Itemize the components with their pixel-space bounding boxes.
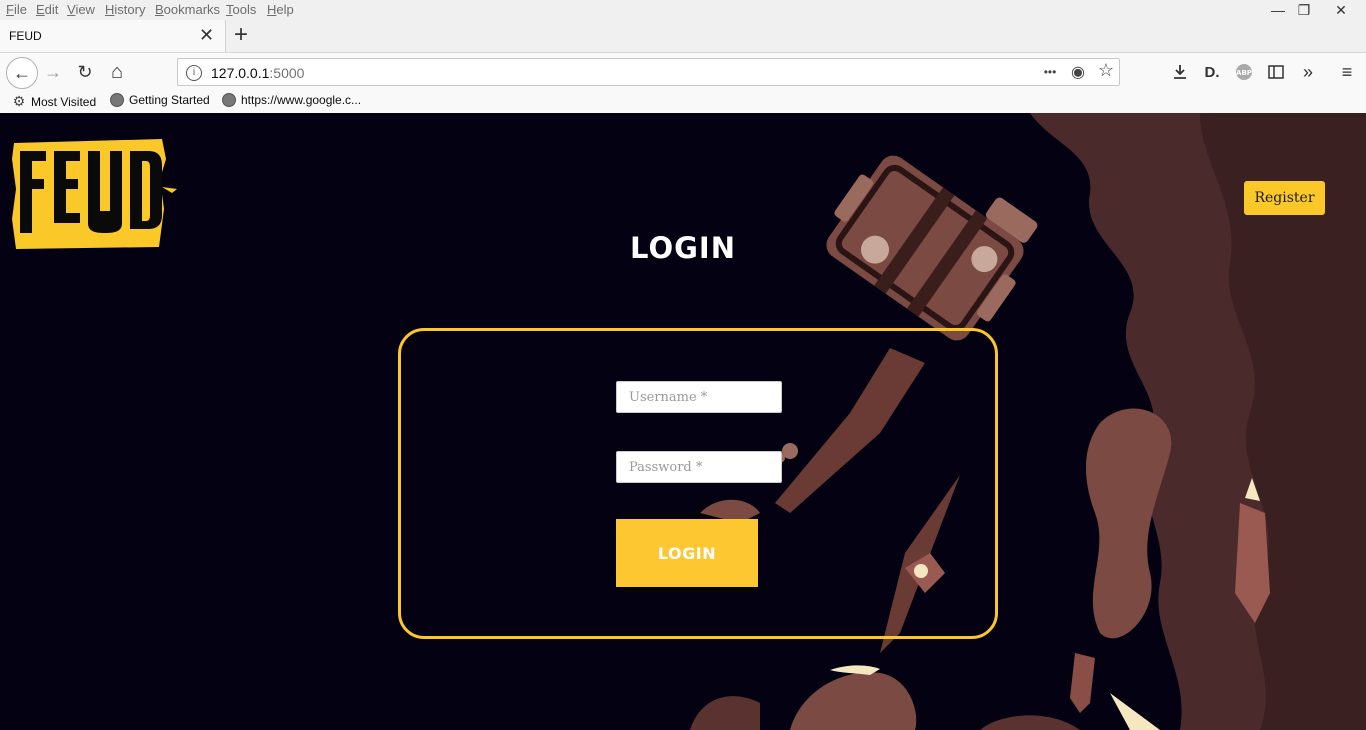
- gear-icon: ⚙: [12, 93, 26, 109]
- url-port: :5000: [269, 65, 305, 81]
- globe-icon: [110, 93, 124, 107]
- download-icon[interactable]: [1169, 61, 1191, 83]
- overflow-icon[interactable]: »: [1297, 61, 1319, 83]
- tab-close-icon[interactable]: ✕: [199, 25, 214, 45]
- reload-icon[interactable]: ↻: [71, 58, 99, 86]
- home-icon[interactable]: ⌂: [103, 58, 131, 86]
- bookmark-most-visited[interactable]: ⚙ Most Visited: [12, 93, 96, 110]
- globe-icon: [222, 93, 236, 107]
- menu-help[interactable]: Help: [267, 2, 294, 17]
- bookmark-star-icon[interactable]: ☆: [1095, 60, 1117, 81]
- bookmark-getting-started[interactable]: Getting Started: [110, 93, 210, 107]
- password-input[interactable]: [617, 452, 781, 482]
- menu-file[interactable]: File: [6, 2, 27, 17]
- navigation-bar: ← → ↻ ⌂ i 127.0.0.1:5000 ••• ◉ ☆ D. ABP …: [0, 52, 1366, 91]
- url-host: 127.0.0.1: [211, 65, 270, 81]
- bookmark-label: Getting Started: [129, 93, 210, 107]
- bookmark-label: Most Visited: [31, 94, 97, 109]
- pocket-icon[interactable]: ◉: [1067, 62, 1089, 82]
- back-icon[interactable]: ←: [6, 57, 38, 89]
- svg-text:ABP: ABP: [1236, 69, 1252, 77]
- feud-logo: [12, 139, 177, 249]
- close-window-icon[interactable]: ✕: [1318, 0, 1364, 20]
- tab-title: FEUD: [9, 29, 42, 43]
- forward-icon[interactable]: →: [39, 58, 67, 86]
- adblock-icon[interactable]: ABP: [1233, 61, 1255, 83]
- page-title: LOGIN: [630, 231, 736, 265]
- sidebar-icon[interactable]: [1265, 61, 1287, 83]
- bookmark-label: https://www.google.c...: [241, 93, 362, 107]
- password-field-wrapper: [616, 451, 782, 483]
- url-bar[interactable]: i 127.0.0.1:5000 ••• ◉ ☆: [177, 58, 1120, 86]
- page-content: Register LOGIN LOGIN: [0, 113, 1366, 730]
- tab-feud[interactable]: FEUD ✕: [0, 20, 226, 53]
- menu-view[interactable]: View: [67, 2, 95, 17]
- bookmarks-bar: ⚙ Most Visited Getting Started https://w…: [0, 90, 1366, 114]
- username-field-wrapper: [616, 381, 782, 413]
- page-actions-icon[interactable]: •••: [1039, 65, 1061, 79]
- menu-bar: File Edit View History Bookmarks Tools H…: [0, 0, 1366, 20]
- login-form-card: [398, 328, 998, 639]
- dashlane-icon[interactable]: D.: [1201, 61, 1223, 83]
- menu-history[interactable]: History: [105, 2, 145, 17]
- hamburger-menu-icon[interactable]: ≡: [1336, 61, 1358, 83]
- menu-tools[interactable]: Tools: [226, 2, 256, 17]
- menu-bookmarks[interactable]: Bookmarks: [155, 2, 220, 17]
- url-text: 127.0.0.1:5000: [211, 65, 304, 81]
- bookmark-google[interactable]: https://www.google.c...: [222, 93, 361, 107]
- register-button[interactable]: Register: [1244, 181, 1325, 215]
- login-button[interactable]: LOGIN: [616, 519, 758, 587]
- menu-edit[interactable]: Edit: [36, 2, 58, 17]
- username-input[interactable]: [617, 382, 781, 412]
- info-icon[interactable]: i: [186, 65, 202, 81]
- new-tab-icon[interactable]: +: [230, 23, 252, 47]
- tab-strip: FEUD ✕ +: [0, 20, 1366, 53]
